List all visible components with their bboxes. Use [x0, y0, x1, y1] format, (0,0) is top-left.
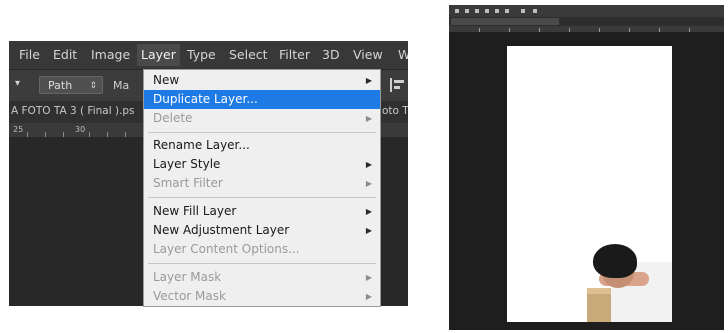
- menu-item-duplicate-layer[interactable]: Duplicate Layer...: [144, 90, 380, 109]
- tool-icon[interactable]: [521, 9, 525, 13]
- options-bar-small: [449, 5, 724, 17]
- tool-icon[interactable]: [485, 9, 489, 13]
- menu-item-label: Delete: [153, 111, 193, 125]
- photoshop-canvas-screenshot: [449, 5, 724, 330]
- horizontal-ruler-small: [449, 26, 724, 32]
- submenu-arrow-icon: ▶: [365, 292, 372, 301]
- document-tab-active[interactable]: A FOTO TA 3 ( Final ).ps: [11, 105, 135, 117]
- menu-item-label: New: [153, 73, 180, 87]
- menu-item-label: New Fill Layer: [153, 204, 237, 218]
- menu-image[interactable]: Image: [91, 47, 130, 62]
- menu-bar: File Edit Image Layer Type Select Filter…: [9, 41, 408, 69]
- ruler-mark: 30: [75, 125, 86, 134]
- ruler-tick: [629, 28, 630, 32]
- tool-icon[interactable]: [465, 9, 469, 13]
- menu-item-new[interactable]: New ▶: [144, 71, 380, 90]
- menu-item-smart-filter[interactable]: Smart Filter ▶: [144, 174, 380, 193]
- ruler-tick: [479, 28, 480, 32]
- menu-item-label: Vector Mask: [153, 289, 226, 303]
- menu-item-label: Layer Content Options...: [153, 242, 300, 256]
- menu-3d[interactable]: 3D: [322, 47, 340, 62]
- submenu-arrow-icon: ▶: [365, 207, 372, 216]
- path-mode-select[interactable]: Path ⇕: [39, 76, 103, 94]
- ruler-tick: [509, 28, 510, 32]
- document-tab-small[interactable]: [451, 18, 559, 25]
- menu-filter[interactable]: Filter: [279, 47, 310, 62]
- menu-item-label: Layer Mask: [153, 270, 222, 284]
- ruler-tick: [659, 28, 660, 32]
- menu-item-label: Rename Layer...: [153, 138, 250, 152]
- submenu-arrow-icon: ▶: [365, 226, 372, 235]
- tool-icon[interactable]: [495, 9, 499, 13]
- tool-icon[interactable]: [533, 9, 537, 13]
- submenu-arrow-icon: ▶: [365, 76, 372, 85]
- ruler-mark: 25: [13, 125, 24, 134]
- tool-icon[interactable]: [455, 9, 459, 13]
- submenu-arrow-icon: ▶: [365, 160, 372, 169]
- menu-select[interactable]: Select: [229, 47, 268, 62]
- document-tab-bar-small: [449, 17, 724, 26]
- ruler-tick: [569, 28, 570, 32]
- menu-layer[interactable]: Layer: [137, 44, 180, 66]
- ruler-tick: [689, 28, 690, 32]
- path-mode-value: Path: [48, 79, 73, 92]
- menu-item-label: Layer Style: [153, 157, 221, 171]
- make-label: Ma: [113, 79, 130, 92]
- menu-item-layer-style[interactable]: Layer Style ▶: [144, 155, 380, 174]
- layer-dropdown-menu: New ▶ Duplicate Layer... Delete ▶ Rename…: [143, 69, 381, 307]
- menu-separator: [148, 197, 376, 198]
- document-tab-other[interactable]: oto TA: [382, 105, 408, 117]
- menu-item-new-fill-layer[interactable]: New Fill Layer ▶: [144, 202, 380, 221]
- menu-separator: [148, 132, 376, 133]
- menu-file[interactable]: File: [19, 47, 40, 62]
- menu-item-rename-layer[interactable]: Rename Layer...: [144, 136, 380, 155]
- document-canvas[interactable]: [507, 46, 672, 322]
- tool-preset-dropdown-icon[interactable]: ▾: [15, 78, 20, 89]
- ruler-tick: [599, 28, 600, 32]
- ruler-tick: [539, 28, 540, 32]
- hair: [593, 244, 637, 278]
- menu-separator: [148, 263, 376, 264]
- menu-item-delete[interactable]: Delete ▶: [144, 109, 380, 128]
- menu-item-label: Smart Filter: [153, 176, 223, 190]
- menu-item-layer-mask[interactable]: Layer Mask ▶: [144, 268, 380, 287]
- path-alignment-icon[interactable]: [390, 78, 404, 92]
- submenu-arrow-icon: ▶: [365, 179, 372, 188]
- menu-edit[interactable]: Edit: [53, 47, 77, 62]
- menu-view[interactable]: View: [353, 47, 383, 62]
- menu-item-new-adjustment-layer[interactable]: New Adjustment Layer ▶: [144, 221, 380, 240]
- tool-icon[interactable]: [475, 9, 479, 13]
- menu-item-vector-mask[interactable]: Vector Mask ▶: [144, 287, 380, 306]
- menu-item-label: Duplicate Layer...: [153, 92, 258, 106]
- submenu-arrow-icon: ▶: [365, 114, 372, 123]
- menu-item-label: New Adjustment Layer: [153, 223, 290, 237]
- tool-icon[interactable]: [505, 9, 509, 13]
- menu-window[interactable]: W: [398, 47, 408, 62]
- menu-type[interactable]: Type: [187, 47, 216, 62]
- submenu-arrow-icon: ▶: [365, 273, 372, 282]
- chevron-updown-icon: ⇕: [89, 81, 97, 91]
- menu-item-layer-content-options[interactable]: Layer Content Options...: [144, 240, 380, 259]
